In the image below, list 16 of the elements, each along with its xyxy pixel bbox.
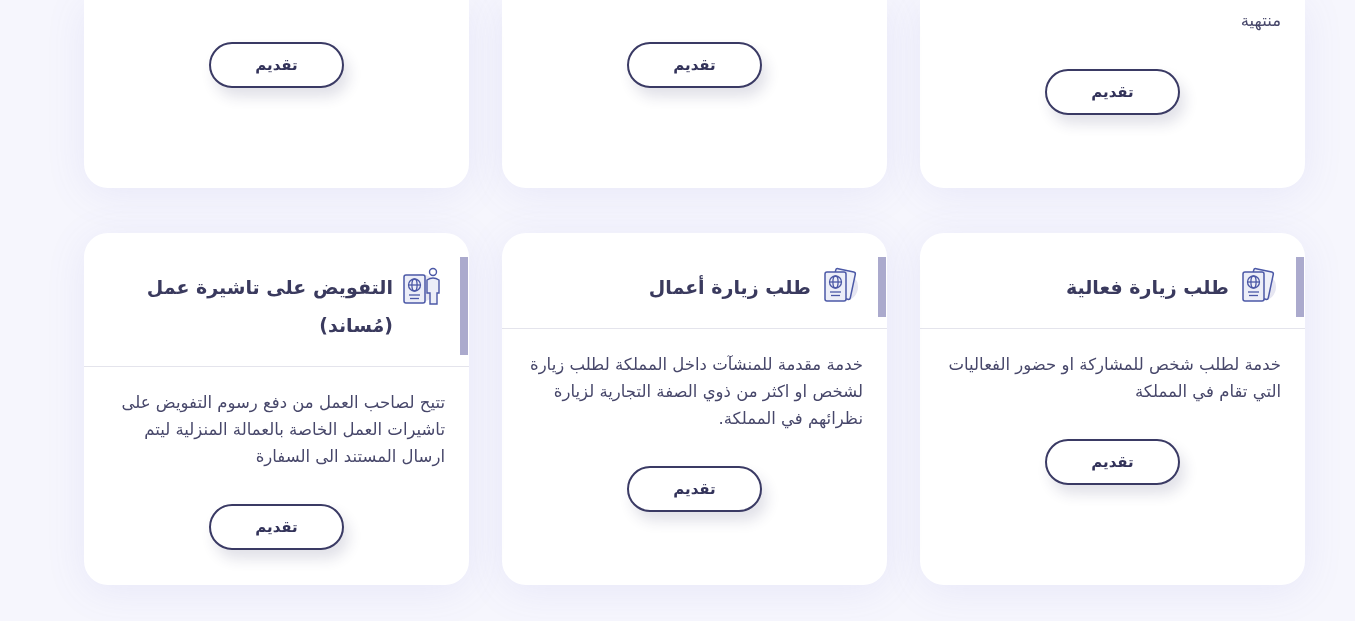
service-title: التفويض على تاشيرة عمل (مُساند): [145, 275, 393, 338]
service-description: خدمة لطلب شخص للمشاركة او حضور الفعاليات التي تقام في المملكة: [947, 354, 1281, 404]
apply-button[interactable]: تقديم: [1045, 69, 1180, 115]
service-description: تتيح لصاحب العمل من دفع رسوم التفويض على تاشيرات العمل الخاصة بالعمالة المنزلية ليتم ارسال المستند الى السفارة: [120, 392, 445, 469]
service-title: طلب زيارة أعمال: [648, 274, 811, 301]
apply-button[interactable]: تقديم: [1045, 439, 1180, 485]
passport-person-icon: [401, 266, 441, 306]
service-title: طلب زيارة فعالية: [1065, 275, 1229, 301]
service-description: منتهية: [1239, 10, 1281, 33]
accent-bar: [1296, 257, 1304, 317]
apply-button[interactable]: تقديم: [627, 466, 762, 512]
apply-button[interactable]: تقديم: [209, 42, 344, 88]
service-description: خدمة مقدمة للمنشآت داخل المملكة لطلب زيارة لشخص او اكثر من ذوي الصفة التجارية لزيارة نظرائهم في المملكة.: [529, 354, 863, 431]
accent-bar: [878, 257, 886, 317]
apply-button[interactable]: تقديم: [627, 42, 762, 88]
apply-button[interactable]: تقديم: [209, 504, 344, 550]
